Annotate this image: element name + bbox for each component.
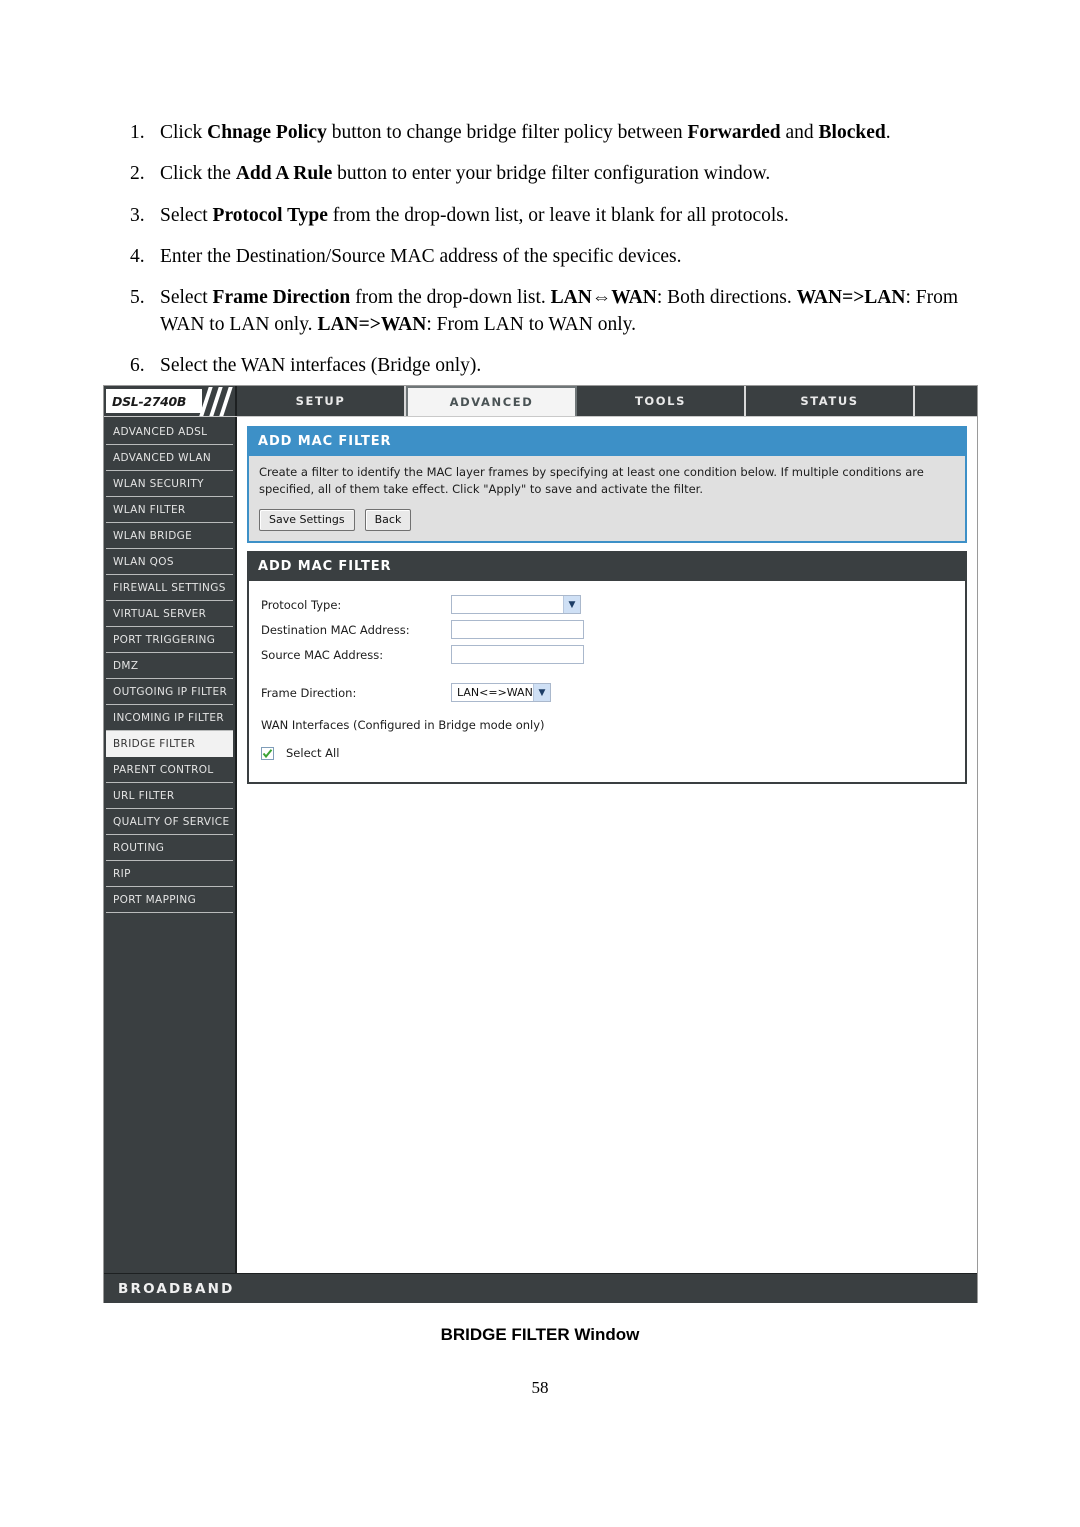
protocol-type-select[interactable]: ▼ (451, 595, 581, 615)
sidebar-item-port-triggering[interactable]: PORT TRIGGERING (106, 627, 233, 653)
sidebar-item-virtual-server[interactable]: VIRTUAL SERVER (106, 601, 233, 627)
form-panel-body: Protocol Type: ▼ Destination MAC Address… (249, 581, 965, 782)
wan-interfaces-note: WAN Interfaces (Configured in Bridge mod… (261, 718, 545, 733)
instruction-step-number: 1. (130, 122, 145, 143)
sidebar-item-wlan-bridge[interactable]: WLAN BRIDGE (106, 523, 233, 549)
sidebar-item-url-filter[interactable]: URL FILTER (106, 783, 233, 809)
router-header: DSL-2740B SETUP ADVANCED TOOLS STATUS (104, 386, 977, 417)
instruction-step-number: 2. (130, 163, 145, 185)
instruction-step: 6. Select the WAN interfaces (Bridge only… (118, 353, 998, 379)
instruction-step-number: 6. (130, 354, 145, 376)
instruction-step-text: Click Chnage Policy button to change bri… (160, 122, 891, 143)
instruction-step-text: Click the Add A Rule button to enter you… (160, 163, 771, 185)
protocol-type-label: Protocol Type: (261, 597, 342, 612)
back-button[interactable]: Back (364, 509, 412, 532)
router-model-badge: DSL-2740B (106, 389, 202, 413)
router-model-label: DSL-2740B (112, 393, 187, 409)
router-footer: BROADBAND (104, 1273, 977, 1303)
instruction-step-text: Enter the Destination/Source MAC address… (160, 245, 682, 267)
sidebar-item-port-mapping[interactable]: PORT MAPPING (106, 887, 233, 913)
figure-caption: BRIDGE FILTER Window (440, 1325, 640, 1344)
instruction-step-text: Select Frame Direction from the drop-dow… (160, 287, 959, 335)
info-panel-title: ADD MAC FILTER (249, 428, 965, 456)
instruction-step: 4. Enter the Destination/Source MAC addre… (118, 244, 998, 270)
info-panel-body: Create a filter to identify the MAC laye… (249, 456, 965, 542)
sidebar-item-wlan-filter[interactable]: WLAN FILTER (106, 497, 233, 523)
router-content: ADD MAC FILTER Create a filter to identi… (237, 417, 977, 1273)
destination-mac-row: Destination MAC Address: (261, 620, 953, 640)
sidebar-item-outgoing-ip-filter[interactable]: OUTGOING IP FILTER (106, 679, 233, 705)
tab-bar-spacer (913, 386, 977, 416)
add-mac-filter-form-panel: ADD MAC FILTER Protocol Type: ▼ Destinat… (247, 551, 967, 785)
router-body: ADVANCED ADSL ADVANCED WLAN WLAN SECURITY W… (104, 417, 977, 1273)
chevron-down-icon: ▼ (563, 596, 580, 614)
sidebar-item-dmz[interactable]: DMZ (106, 653, 233, 679)
router-logo: DSL-2740B (104, 386, 237, 416)
sidebar-item-incoming-ip-filter[interactable]: INCOMING IP FILTER (106, 705, 233, 731)
instruction-step-number: 5. (130, 287, 145, 309)
instruction-step: 2. Click the Add A Rule button to enter y… (118, 161, 998, 187)
instruction-step-number: 3. (130, 204, 145, 226)
page-number: 58 (531, 1378, 549, 1397)
sidebar-item-parent-control[interactable]: PARENT CONTROL (106, 757, 233, 783)
destination-mac-label: Destination MAC Address: (261, 622, 410, 637)
sidebar-item-wlan-security[interactable]: WLAN SECURITY (106, 471, 233, 497)
sidebar-item-advanced-wlan[interactable]: ADVANCED WLAN (106, 445, 233, 471)
add-mac-filter-info-panel: ADD MAC FILTER Create a filter to identi… (247, 426, 967, 544)
frame-direction-select[interactable]: LAN<=>WAN ▼ (451, 683, 551, 703)
source-mac-row: Source MAC Address: (261, 645, 953, 665)
select-all-checkbox[interactable] (261, 746, 274, 760)
sidebar-item-advanced-adsl[interactable]: ADVANCED ADSL (106, 419, 233, 445)
router-admin-screenshot: DSL-2740B SETUP ADVANCED TOOLS STATUS ADVAN… (103, 385, 978, 1303)
destination-mac-input[interactable] (451, 620, 584, 640)
tab-setup[interactable]: SETUP (237, 386, 406, 416)
instruction-step-text: Select the WAN interfaces (Bridge only). (160, 354, 482, 376)
form-panel-title: ADD MAC FILTER (249, 553, 965, 582)
frame-direction-row: Frame Direction: LAN<=>WAN ▼ (261, 683, 953, 703)
instruction-step: 1. Click Chnage Policy button to change b… (118, 120, 998, 146)
tab-advanced[interactable]: ADVANCED (406, 386, 577, 416)
instruction-step-text: Select Protocol Type from the drop-down … (160, 204, 789, 226)
frame-direction-label: Frame Direction: (261, 685, 357, 700)
sidebar-item-bridge-filter[interactable]: BRIDGE FILTER (106, 731, 233, 757)
router-tab-bar: SETUP ADVANCED TOOLS STATUS (237, 386, 913, 416)
instruction-step: 5. Select Frame Direction from the drop-d… (118, 285, 998, 338)
info-panel-description: Create a filter to identify the MAC laye… (259, 465, 924, 496)
save-settings-button[interactable]: Save Settings (259, 509, 355, 532)
instruction-step-number: 4. (130, 245, 145, 267)
sidebar-item-wlan-qos[interactable]: WLAN QOS (106, 549, 233, 575)
form-spacer (261, 670, 953, 683)
router-sidebar: ADVANCED ADSL ADVANCED WLAN WLAN SECURITY W… (104, 417, 237, 1273)
sidebar-item-quality-of-service[interactable]: QUALITY OF SERVICE (106, 809, 233, 835)
footer-brand-label: BROADBAND (118, 1280, 235, 1297)
info-panel-button-row: Save Settings Back (259, 509, 955, 532)
sidebar-item-rip[interactable]: RIP (106, 861, 233, 887)
select-all-row[interactable]: Select All (261, 746, 953, 760)
chevron-down-icon: ▼ (533, 684, 550, 702)
source-mac-label: Source MAC Address: (261, 647, 384, 662)
frame-direction-value: LAN<=>WAN (457, 686, 533, 700)
select-all-label: Select All (286, 746, 340, 761)
sidebar-item-routing[interactable]: ROUTING (106, 835, 233, 861)
tab-status[interactable]: STATUS (746, 386, 913, 416)
source-mac-input[interactable] (451, 645, 584, 665)
instruction-step: 3. Select Protocol Type from the drop-dow… (118, 203, 998, 229)
checkmark-icon (262, 749, 273, 758)
protocol-type-row: Protocol Type: ▼ (261, 595, 953, 615)
tab-tools[interactable]: TOOLS (577, 386, 746, 416)
sidebar-item-firewall-settings[interactable]: FIREWALL SETTINGS (106, 575, 233, 601)
